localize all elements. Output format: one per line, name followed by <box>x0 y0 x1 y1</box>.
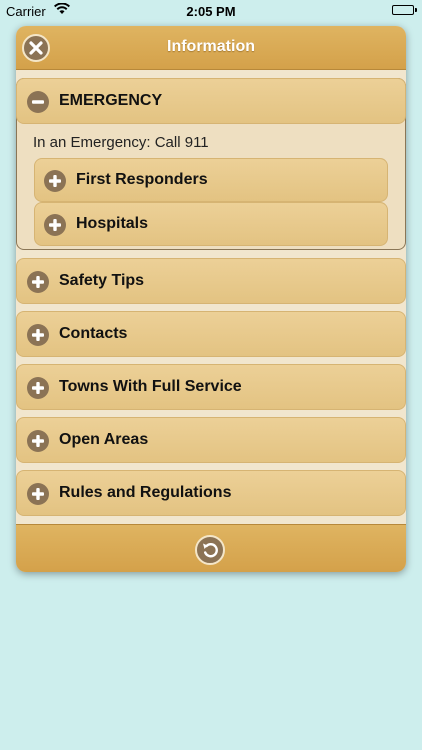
section-emergency[interactable]: EMERGENCY <box>16 78 406 124</box>
section-label: Safety Tips <box>59 272 145 289</box>
sub-section-label: Hospitals <box>76 215 149 232</box>
minus-icon <box>27 91 49 113</box>
status-bar: Carrier 2:05 PM <box>0 0 422 22</box>
section-safety-tips[interactable]: Safety Tips <box>16 258 406 304</box>
plus-icon <box>27 483 49 505</box>
section-towns-with-full-service[interactable]: Towns With Full Service <box>16 364 406 410</box>
section-label: Rules and Regulations <box>59 484 232 501</box>
section-label: Open Areas <box>59 431 149 448</box>
back-button[interactable] <box>195 535 225 565</box>
dialog-footer <box>16 524 406 572</box>
emergency-text: In an Emergency: Call 911 <box>33 134 209 151</box>
battery-icon <box>392 5 417 15</box>
emergency-panel: EMERGENCY In an Emergency: Call 911 Firs… <box>16 78 406 250</box>
dialog-header: Information <box>16 26 406 70</box>
sub-section-label: First Responders <box>76 171 208 188</box>
section-rules-and-regulations[interactable]: Rules and Regulations <box>16 470 406 516</box>
section-label: Towns With Full Service <box>59 378 242 395</box>
sub-section-first-responders[interactable]: First Responders <box>34 158 388 202</box>
section-open-areas[interactable]: Open Areas <box>16 417 406 463</box>
plus-icon <box>44 214 66 236</box>
plus-icon <box>27 271 49 293</box>
plus-icon <box>44 170 66 192</box>
undo-icon <box>195 535 225 565</box>
section-contacts[interactable]: Contacts <box>16 311 406 357</box>
section-label: EMERGENCY <box>59 92 163 109</box>
sub-section-hospitals[interactable]: Hospitals <box>34 202 388 246</box>
information-dialog: Information EMERGENCY In an Emergency: C… <box>16 26 406 572</box>
clock: 2:05 PM <box>186 4 236 19</box>
section-label: Contacts <box>59 325 128 342</box>
plus-icon <box>27 324 49 346</box>
plus-icon <box>27 377 49 399</box>
accordion-list: EMERGENCY In an Emergency: Call 911 Firs… <box>16 70 406 524</box>
plus-icon <box>27 430 49 452</box>
dialog-title: Information <box>167 38 255 55</box>
